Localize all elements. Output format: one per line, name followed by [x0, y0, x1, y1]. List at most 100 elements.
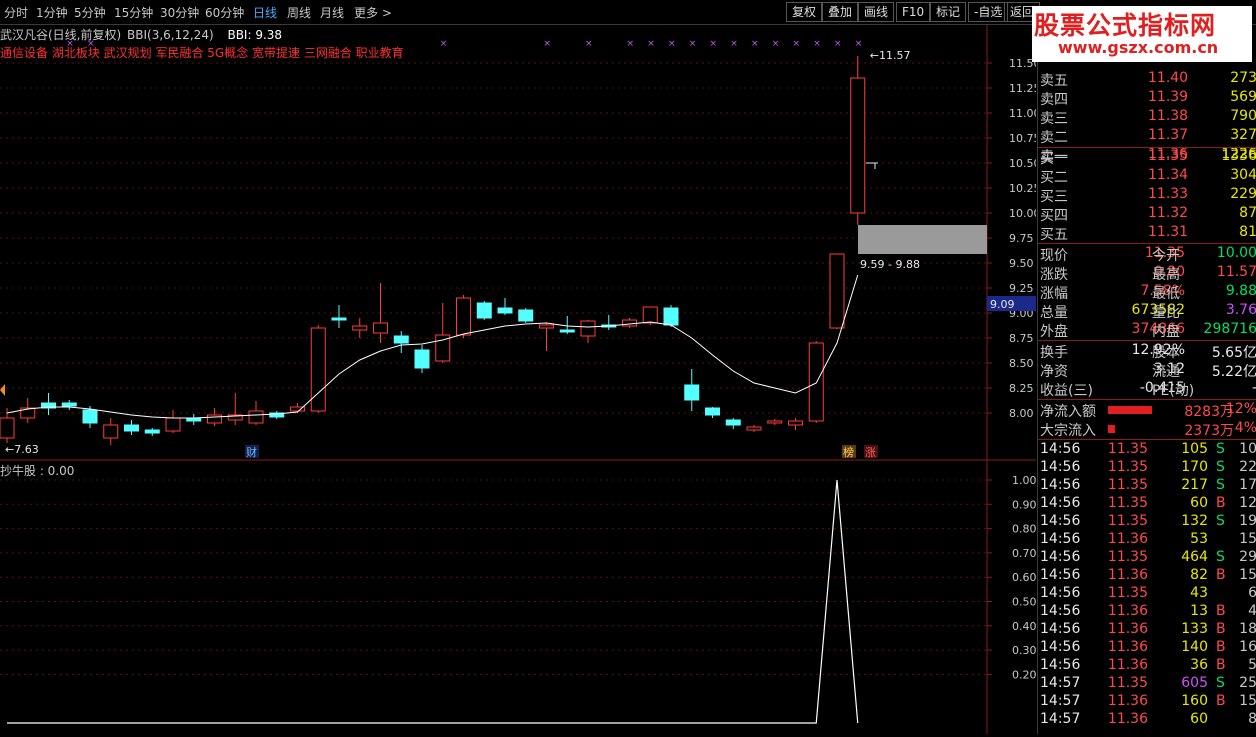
chart-title-line: 武汉凡谷(日线,前复权) BBI(3,6,12,24) BBI: 9.38 [0, 26, 282, 43]
event-marker: × [772, 39, 780, 49]
separator [1038, 340, 1256, 341]
period-tab-8[interactable]: 月线 [320, 4, 344, 21]
sub-y-tick-label: 0.70 [1012, 547, 1036, 560]
tick-count: 19 [1239, 513, 1256, 529]
tick-row-11: 14:56 11.36 140 B 16 [1038, 639, 1256, 658]
candle-38 [788, 418, 803, 430]
toolbar-button-1[interactable]: 叠加 [822, 2, 859, 22]
tick-row-0: 14:56 11.35 105 S 10 [1038, 441, 1256, 460]
kline-chart-svg[interactable]: 11.5011.2511.0010.7510.5010.2510.009.759… [0, 25, 1041, 734]
tick-row-8: 14:56 11.35 43 6 [1038, 585, 1256, 604]
tick-time: 14:56 [1040, 459, 1081, 475]
tick-time: 14:57 [1040, 675, 1081, 691]
tick-time: 14:57 [1040, 711, 1081, 727]
toolbar-button-5[interactable]: -自选 [968, 2, 1009, 22]
toolbar-button-4[interactable]: 标记 [930, 2, 967, 22]
period-tab-0[interactable]: 分时 [4, 4, 28, 21]
bid-row-4: 买五 11.31 81 [1038, 224, 1256, 243]
stat2-label: 收益(三) [1040, 383, 1093, 399]
tick-price: 11.36 [1107, 657, 1148, 673]
stat2-label: 净资 [1040, 364, 1068, 380]
stat-row-0: 现价 11.35 今开 10.00 [1038, 245, 1256, 264]
tick-count: 25 [1239, 675, 1256, 691]
period-tab-4[interactable]: 30分钟 [160, 4, 199, 21]
period-tab-3[interactable]: 15分钟 [114, 4, 153, 21]
y-tick-label: 11.25 [1009, 82, 1036, 95]
candle-2 [41, 393, 56, 415]
candle-body [663, 307, 679, 326]
candle-23 [476, 301, 492, 320]
tick-volume: 82 [1190, 567, 1208, 583]
candle-body [684, 384, 700, 401]
tick-count: 16 [1239, 639, 1256, 655]
period-tab-6[interactable]: 日线 [253, 4, 277, 21]
y-tick-label: 11.00 [1009, 107, 1036, 120]
event-marker: × [585, 39, 593, 49]
ask-price: 11.39 [1148, 89, 1189, 105]
tick-row-4: 14:56 11.35 132 S 19 [1038, 513, 1256, 532]
stat-label: 总量 [1040, 305, 1068, 321]
sub-indicator-title: 抄牛股 : 0.00 [0, 464, 75, 478]
sub-y-tick-label: 0.90 [1012, 498, 1036, 511]
period-tab-7[interactable]: 周线 [287, 4, 311, 21]
bid-volume: 87 [1239, 205, 1256, 221]
tick-volume: 133 [1181, 621, 1208, 637]
tick-count: 17 [1239, 477, 1256, 493]
kline-chart-area[interactable]: 11.5011.2511.0010.7510.5010.2510.009.759… [0, 25, 1041, 734]
candle-24 [497, 298, 513, 315]
candle-0 [0, 408, 15, 443]
stat-value-2: 9.88 [1225, 283, 1256, 299]
tick-row-10: 14:56 11.36 133 B 18 [1038, 621, 1256, 640]
tick-count: 18 [1239, 621, 1256, 637]
finance-marker: 财 [246, 445, 257, 459]
tick-count: 29 [1239, 549, 1256, 565]
toolbar-button-3[interactable]: F10 [896, 2, 931, 22]
period-tab-2[interactable]: 5分钟 [74, 4, 106, 21]
tick-count: 22 [1239, 459, 1256, 475]
price-gap-box [858, 225, 987, 254]
ask-label: 卖二 [1040, 130, 1068, 146]
candle-13 [269, 411, 285, 419]
bid-price: 11.33 [1148, 186, 1189, 202]
candle-body [580, 320, 596, 337]
flow-label: 净流入额 [1040, 404, 1096, 420]
tick-time: 14:56 [1040, 585, 1081, 601]
tick-side: S [1216, 513, 1225, 529]
tick-side: B [1216, 621, 1226, 637]
period-tab-5[interactable]: 60分钟 [205, 4, 244, 21]
candle-20 [414, 345, 430, 373]
toolbar-button-2[interactable]: 画线 [858, 2, 895, 22]
candle-body [518, 309, 534, 322]
tick-side: S [1216, 441, 1225, 457]
bid-label: 买一 [1040, 151, 1068, 167]
bid-price: 11.35 [1148, 148, 1189, 164]
toolbar-button-0[interactable]: 复权 [786, 2, 823, 22]
tick-row-7: 14:56 11.36 82 B 15 [1038, 567, 1256, 586]
tick-price: 11.35 [1107, 441, 1148, 457]
tick-price: 11.35 [1107, 459, 1148, 475]
bid-volume: 1336 [1221, 148, 1256, 164]
tick-price: 11.35 [1107, 549, 1148, 565]
period-tab-1[interactable]: 1分钟 [36, 4, 68, 21]
bid-volume: 304 [1230, 167, 1256, 183]
tick-row-3: 14:56 11.35 60 B 12 [1038, 495, 1256, 514]
low-price-label: ←7.63 [5, 443, 39, 456]
event-marker: × [627, 39, 635, 49]
bid-row-0: 买一 11.35 1336 [1038, 148, 1256, 167]
period-tab-9[interactable]: 更多 > [354, 4, 392, 21]
candle-body [725, 419, 741, 426]
stat2-label-2: 流通 [1152, 364, 1180, 380]
tick-price: 11.35 [1107, 675, 1148, 691]
tick-row-9: 14:56 11.36 13 B 4 [1038, 603, 1256, 622]
bid-row-1: 买二 11.34 304 [1038, 167, 1256, 186]
tick-time: 14:56 [1040, 639, 1081, 655]
tick-price: 11.36 [1107, 531, 1148, 547]
stat-label-2: 内盘 [1152, 324, 1180, 340]
ask-price: 11.37 [1148, 127, 1189, 143]
tick-row-5: 14:56 11.36 53 15 [1038, 531, 1256, 550]
tick-volume: 13 [1190, 603, 1208, 619]
candle-33 [684, 369, 700, 411]
ask-label: 卖五 [1040, 73, 1068, 89]
y-tick-label: 10.00 [1009, 207, 1036, 220]
stat-value-2: 3.76 [1225, 302, 1256, 318]
